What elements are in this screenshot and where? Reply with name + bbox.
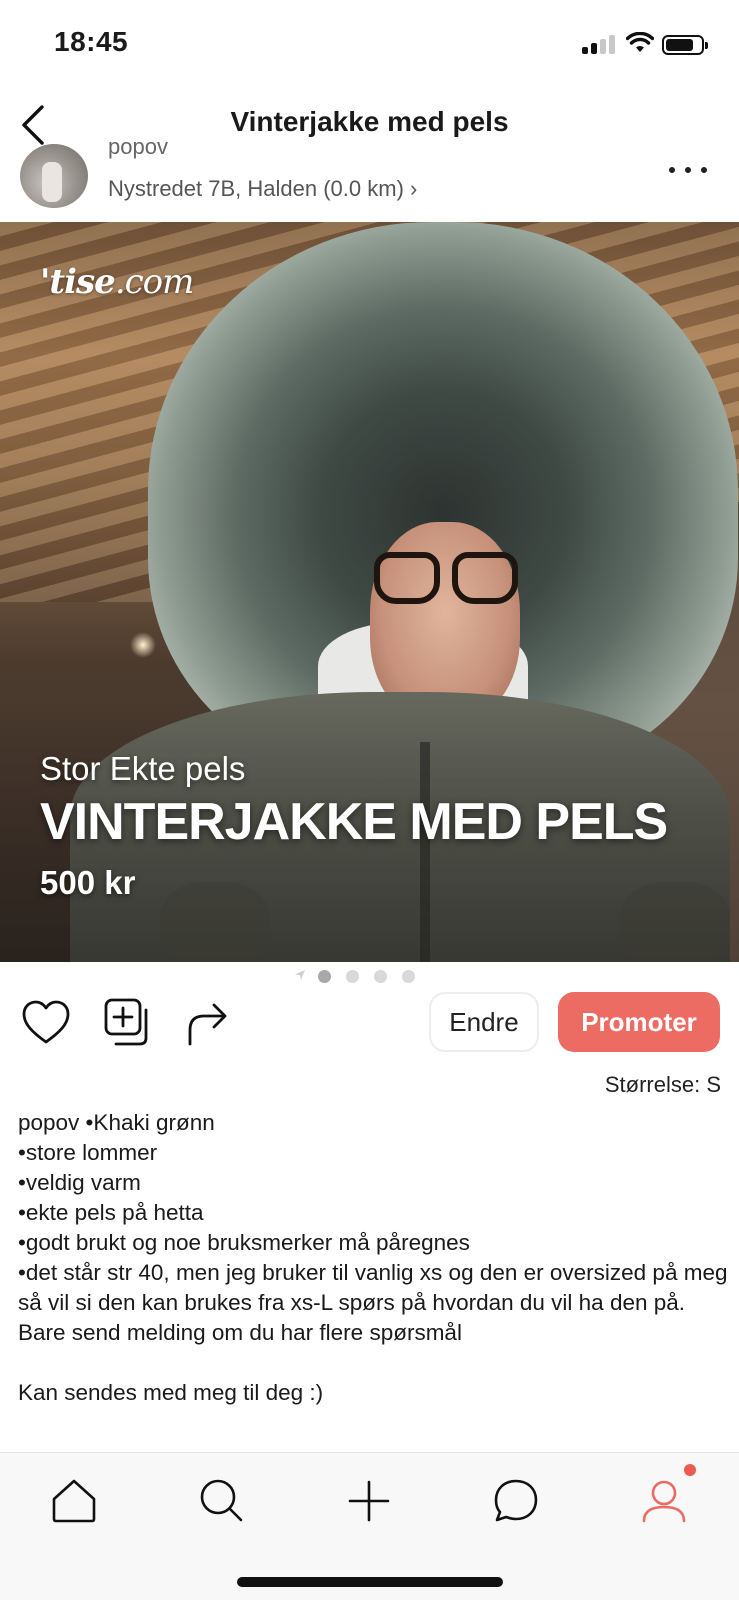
profile-icon — [642, 1480, 686, 1523]
location-arrow-icon — [295, 970, 305, 980]
status-time: 18:45 — [54, 26, 129, 57]
size-label: Størrelse: S — [604, 1072, 721, 1097]
pager-dot[interactable] — [318, 970, 331, 983]
page-title: Vinterjakke med pels — [230, 106, 509, 137]
product-subtitle: Stor Ekte pels — [40, 750, 246, 787]
product-price: 500 kr — [40, 864, 136, 901]
product-image[interactable]: 'tise.com Stor Ekte pels VINTERJAKKE MED… — [0, 222, 739, 962]
search-icon — [200, 1479, 243, 1522]
tab-search[interactable] — [194, 1473, 250, 1529]
more-options-button[interactable] — [669, 162, 709, 178]
image-pager[interactable] — [292, 968, 432, 984]
battery-icon — [662, 35, 708, 55]
chat-icon — [494, 1479, 538, 1522]
tab-profile[interactable] — [636, 1473, 692, 1529]
tab-new-listing[interactable] — [341, 1473, 397, 1529]
status-bar: 18:45 — [0, 0, 739, 90]
seller-row[interactable]: popov Nystredet 7B, Halden (0.0 km) › — [0, 140, 739, 222]
product-description: popov •Khaki grønn •store lommer •veldig… — [18, 1110, 728, 1405]
promote-button[interactable]: Promoter — [558, 992, 720, 1052]
profile-notification-badge — [684, 1464, 696, 1476]
tab-home[interactable] — [46, 1473, 102, 1529]
heart-icon — [22, 1000, 70, 1044]
product-title-overlay: VINTERJAKKE MED PELS — [40, 793, 668, 851]
tise-watermark: 'tise.com — [40, 262, 194, 302]
share-button[interactable] — [182, 996, 238, 1050]
seller-name[interactable]: popov — [108, 140, 168, 160]
seller-location-link[interactable]: Nystredet 7B, Halden (0.0 km) › — [108, 176, 417, 202]
like-button[interactable] — [18, 996, 74, 1050]
add-to-collection-icon — [104, 998, 148, 1046]
seller-avatar[interactable] — [20, 144, 88, 208]
pager-dot[interactable] — [402, 970, 415, 983]
tab-messages[interactable] — [488, 1473, 544, 1529]
pager-dot[interactable] — [346, 970, 359, 983]
plus-icon — [348, 1480, 390, 1522]
home-indicator — [237, 1577, 503, 1587]
cellular-signal-icon — [582, 34, 616, 54]
save-to-collection-button[interactable] — [100, 996, 156, 1050]
edit-button[interactable]: Endre — [429, 992, 539, 1052]
action-row: Endre Promoter — [0, 990, 739, 1060]
home-icon — [52, 1479, 96, 1523]
wifi-icon — [626, 32, 654, 52]
pager-dot[interactable] — [374, 970, 387, 983]
share-arrow-icon — [188, 1003, 227, 1046]
